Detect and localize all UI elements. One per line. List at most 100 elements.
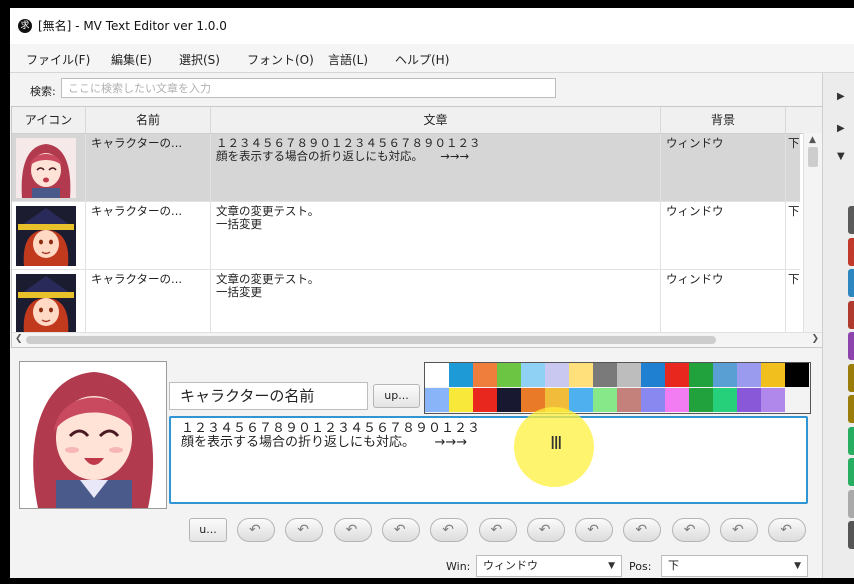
color-swatch[interactable]: [641, 388, 665, 412]
color-swatch[interactable]: [473, 363, 497, 387]
color-swatch[interactable]: [545, 363, 569, 387]
color-swatch[interactable]: [449, 388, 473, 412]
side-tool-icon[interactable]: [848, 521, 854, 549]
side-tool-icon[interactable]: [848, 300, 854, 329]
color-swatch[interactable]: [737, 363, 761, 387]
table-row[interactable]: キャラクターの... 文章の変更テスト。 一括変更 ウィンドウ 下: [12, 202, 800, 270]
table-vertical-scrollbar[interactable]: ▲: [803, 133, 822, 333]
message-text-area[interactable]: １２３４５６７８９０１２３４５６７８９０１２３ 顔を表示する場合の折り返しにも対…: [169, 416, 808, 504]
insert-arrow-button[interactable]: ↶: [526, 518, 565, 542]
side-tool-icon[interactable]: [848, 426, 854, 455]
color-swatch[interactable]: [425, 388, 449, 412]
insert-arrow-button[interactable]: ↶: [285, 518, 324, 542]
face-portrait[interactable]: [19, 361, 167, 509]
face-cell: [12, 202, 86, 269]
app-window: 求 [無名] - MV Text Editor ver 1.0.0 ファイル(F…: [10, 8, 854, 578]
column-icon-header[interactable]: アイコン: [12, 107, 86, 133]
scroll-thumb[interactable]: [808, 147, 818, 167]
side-tool-icon[interactable]: [848, 363, 854, 392]
scroll-left-icon[interactable]: ❮: [15, 334, 23, 344]
column-pos-header[interactable]: [786, 107, 822, 133]
search-input[interactable]: [61, 78, 556, 98]
menu-help[interactable]: ヘルプ(H): [395, 51, 449, 68]
color-swatch[interactable]: [593, 363, 617, 387]
color-swatch[interactable]: [665, 363, 689, 387]
window-type-select[interactable]: ウィンドウ ▼: [476, 555, 622, 577]
back-arrow-icon: ↶: [538, 522, 551, 538]
expand-arrow-icon[interactable]: ▶: [837, 123, 845, 134]
insert-arrow-button[interactable]: ↶: [623, 518, 662, 542]
face-cell: [12, 134, 86, 201]
color-swatch[interactable]: [617, 363, 641, 387]
scroll-right-icon[interactable]: ❯: [811, 334, 819, 344]
color-swatch[interactable]: [737, 388, 761, 412]
side-tool-icon[interactable]: [848, 206, 854, 234]
color-swatch[interactable]: [713, 388, 737, 412]
insert-arrow-button[interactable]: ↶: [671, 518, 710, 542]
color-swatch[interactable]: [449, 363, 473, 387]
character-name-field[interactable]: キャラクターの名前: [169, 382, 368, 410]
table-row[interactable]: キャラクターの... 文章の変更テスト。 一括変更 ウィンドウ 下: [12, 270, 800, 338]
scroll-thumb[interactable]: [26, 336, 716, 344]
expand-arrow-icon[interactable]: ▶: [837, 91, 845, 102]
menu-font[interactable]: フォント(O): [247, 51, 314, 68]
column-text-header[interactable]: 文章: [211, 107, 661, 133]
table-row[interactable]: キャラクターの... １２３４５６７８９０１２３４５６７８９０１２３ 顔を表示す…: [12, 134, 800, 202]
color-swatch[interactable]: [569, 363, 593, 387]
side-tool-icon[interactable]: [848, 458, 854, 486]
color-swatch[interactable]: [761, 388, 785, 412]
menu-edit[interactable]: 編集(E): [111, 51, 152, 68]
color-swatch[interactable]: [473, 388, 497, 412]
win-label: Win:: [446, 560, 471, 573]
insert-arrow-button[interactable]: ↶: [720, 518, 758, 542]
face-apply-button[interactable]: u...: [189, 518, 227, 542]
color-swatch[interactable]: [593, 388, 617, 412]
collapse-arrow-icon[interactable]: ▼: [837, 151, 845, 162]
insert-arrow-button[interactable]: ↶: [575, 518, 614, 542]
menu-language[interactable]: 言語(L): [328, 51, 368, 68]
message-table: アイコン 名前 文章 背景 キャラクターの... １２３４５６７８９０１２３４５…: [11, 106, 823, 348]
color-swatch[interactable]: [689, 388, 713, 412]
position-select[interactable]: 下 ▼: [661, 555, 808, 577]
column-background-header[interactable]: 背景: [661, 107, 786, 133]
color-swatch[interactable]: [785, 363, 809, 387]
color-swatch[interactable]: [713, 363, 737, 387]
row-background: ウィンドウ: [661, 270, 786, 337]
back-arrow-icon: ↶: [297, 522, 310, 538]
color-swatch[interactable]: [665, 388, 689, 412]
insert-arrow-button[interactable]: ↶: [237, 518, 275, 542]
color-swatch[interactable]: [497, 363, 521, 387]
menu-file[interactable]: ファイル(F): [26, 51, 90, 68]
color-swatch[interactable]: [521, 363, 545, 387]
insert-arrow-button[interactable]: ↶: [333, 518, 372, 542]
name-apply-button[interactable]: up...: [373, 384, 420, 408]
row-pos: 下: [788, 204, 800, 218]
side-tool-icon[interactable]: [848, 237, 854, 266]
color-swatch[interactable]: [689, 363, 713, 387]
side-tool-icon[interactable]: [848, 489, 854, 518]
color-swatch[interactable]: [641, 363, 665, 387]
color-swatch[interactable]: [761, 363, 785, 387]
insert-arrow-button[interactable]: ↶: [381, 518, 420, 542]
table-header: アイコン 名前 文章 背景: [12, 107, 822, 134]
insert-arrow-button[interactable]: ↶: [478, 518, 517, 542]
side-tool-icon[interactable]: [848, 332, 854, 360]
color-swatch[interactable]: [617, 388, 641, 412]
color-swatch[interactable]: [425, 363, 449, 387]
row-background: ウィンドウ: [661, 202, 786, 269]
table-horizontal-scrollbar[interactable]: ❮ ❯: [12, 332, 822, 347]
side-tool-icon[interactable]: [848, 395, 854, 423]
color-swatch[interactable]: [497, 388, 521, 412]
menu-select[interactable]: 選択(S): [179, 51, 220, 68]
scroll-up-icon[interactable]: ▲: [809, 135, 816, 145]
row-text: １２３４５６７８９０１２３４５６７８９０１２３ 顔を表示する場合の折り返しにも対…: [211, 134, 661, 201]
insert-arrow-button[interactable]: ↶: [768, 518, 807, 542]
text-cursor-icon: Ⅲ: [550, 433, 563, 454]
column-name-header[interactable]: 名前: [86, 107, 211, 133]
row-name: キャラクターの...: [86, 202, 211, 269]
side-tool-icon[interactable]: [848, 269, 854, 297]
color-swatch[interactable]: [569, 388, 593, 412]
pos-label: Pos:: [629, 560, 652, 573]
back-arrow-icon: ↶: [345, 522, 358, 538]
insert-arrow-button[interactable]: ↶: [430, 518, 469, 542]
